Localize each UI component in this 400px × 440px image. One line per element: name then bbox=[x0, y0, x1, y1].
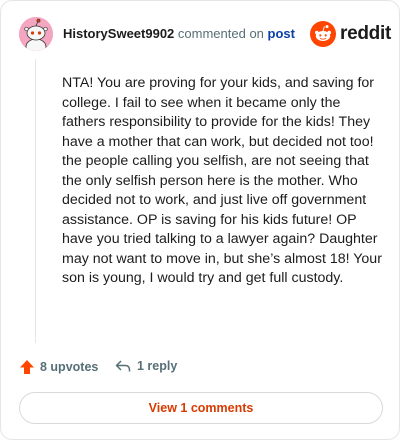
snoo-avatar-icon bbox=[19, 17, 53, 51]
commented-on-text: commented on bbox=[177, 26, 264, 41]
upvote-arrow-icon[interactable] bbox=[19, 359, 35, 375]
reddit-wordmark: reddit bbox=[340, 23, 391, 44]
upvote-count: 8 upvotes bbox=[40, 360, 99, 374]
view-comments-label: View 1 comments bbox=[148, 401, 254, 415]
reply-button[interactable]: 1 reply bbox=[115, 359, 177, 373]
reply-arrow-icon bbox=[115, 360, 131, 372]
avatar[interactable] bbox=[19, 17, 53, 51]
comment-body: NTA! You are proving for your kids, and … bbox=[62, 75, 382, 286]
view-comments-button[interactable]: View 1 comments bbox=[19, 392, 383, 424]
reply-count: 1 reply bbox=[137, 359, 178, 373]
post-link[interactable]: post bbox=[268, 26, 295, 41]
reddit-alien-icon bbox=[310, 21, 336, 47]
comment-card: HistorySweet9902 commented on post reddi… bbox=[0, 0, 400, 440]
upvote-button[interactable]: 8 upvotes bbox=[19, 359, 98, 375]
thread-line bbox=[35, 59, 36, 343]
reddit-logo[interactable]: reddit bbox=[310, 20, 391, 48]
author-name[interactable]: HistorySweet9902 bbox=[63, 26, 174, 41]
comment-meta: HistorySweet9902 commented on post bbox=[63, 26, 295, 41]
